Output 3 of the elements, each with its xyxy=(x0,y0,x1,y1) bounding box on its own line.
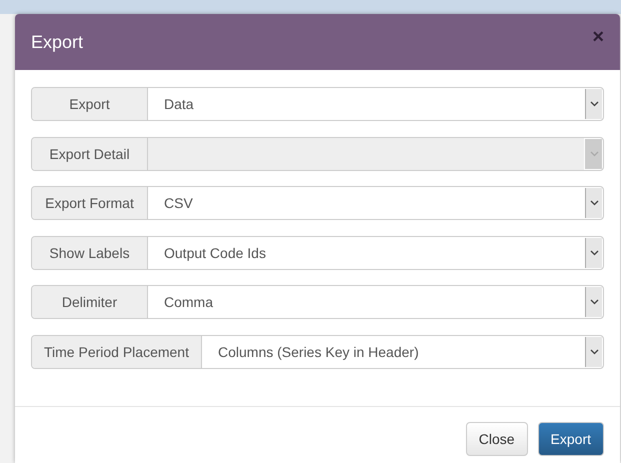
close-button[interactable]: Close xyxy=(466,422,528,456)
export-button[interactable]: Export xyxy=(538,422,604,456)
dialog-title: Export xyxy=(31,32,84,52)
